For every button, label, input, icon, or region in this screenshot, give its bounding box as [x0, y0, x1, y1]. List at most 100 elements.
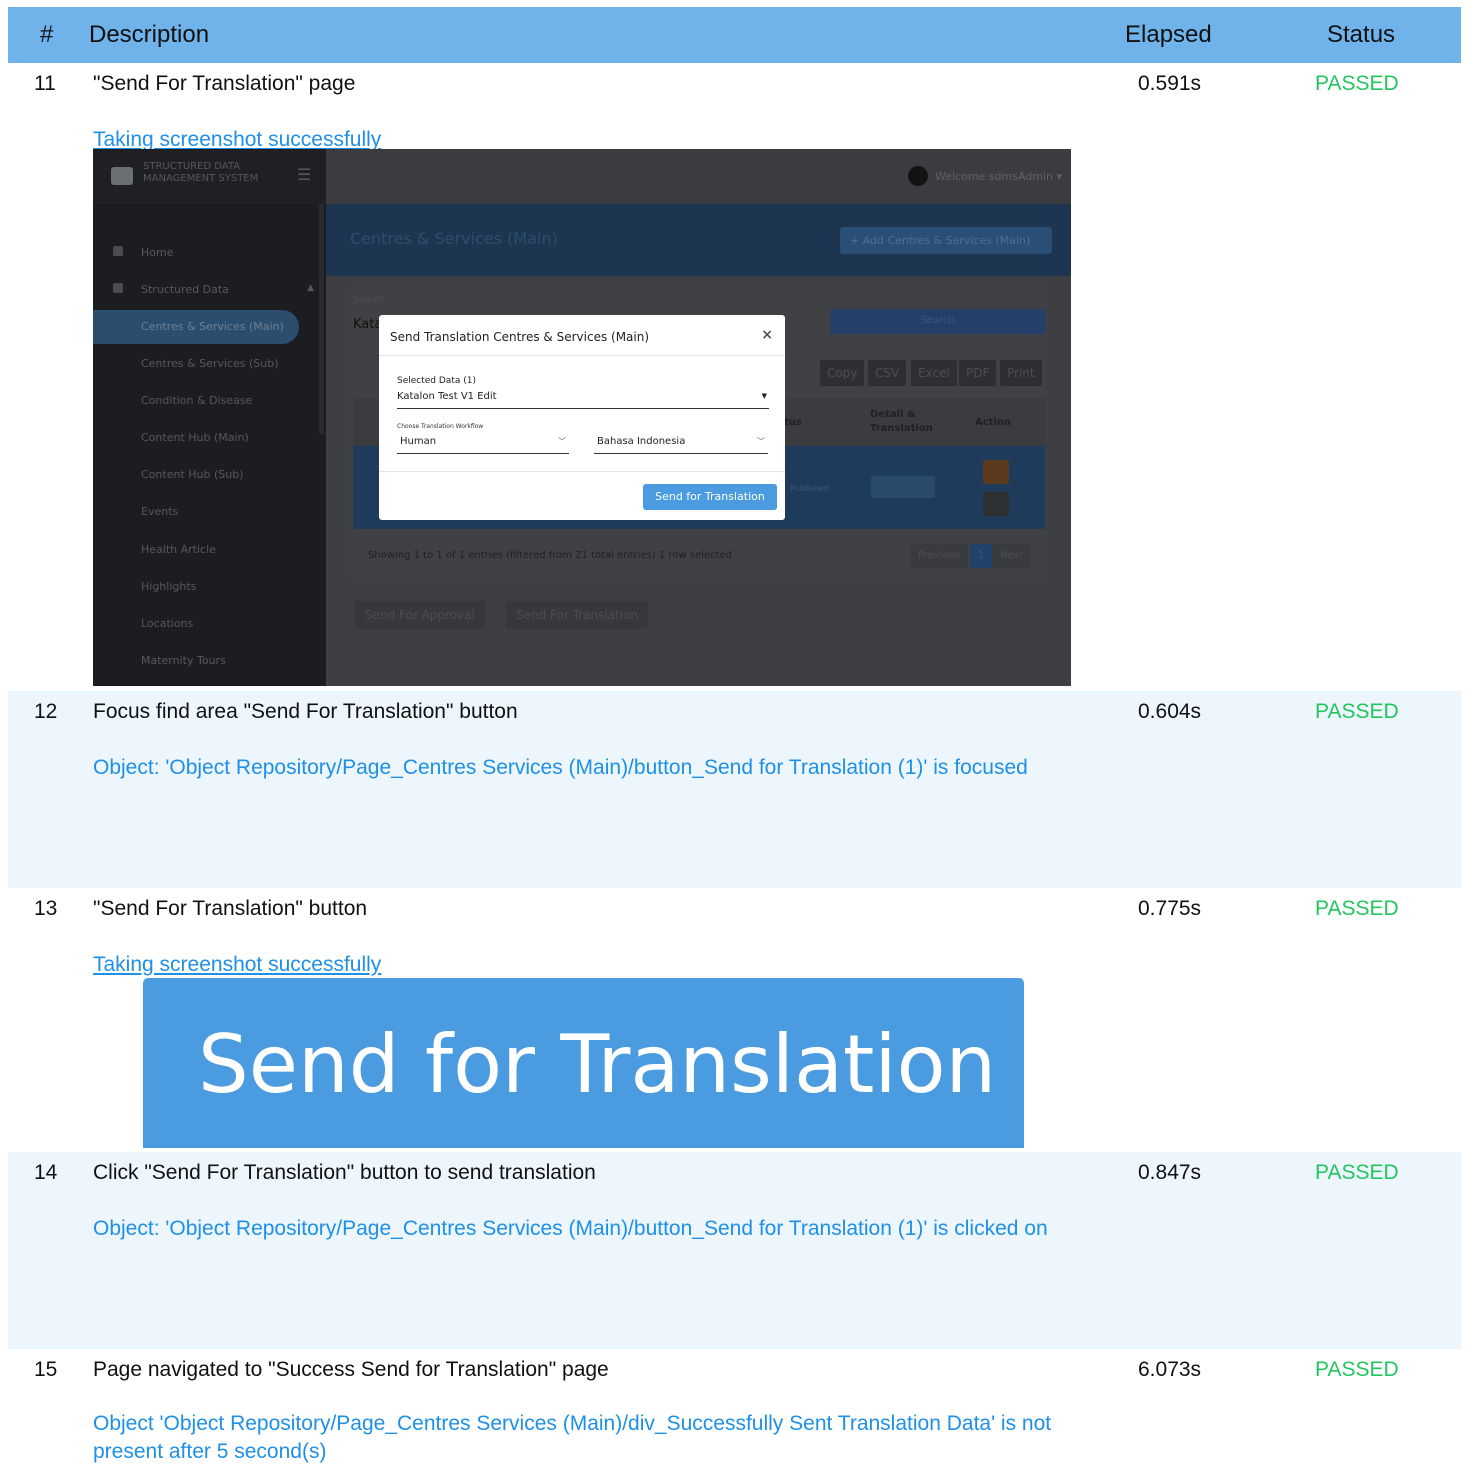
send-for-translation-button[interactable]: Send for Translation	[643, 484, 777, 510]
sidebar-item-label: Centres & Services (Sub)	[141, 357, 279, 370]
button-label: Send for Translation	[198, 1018, 997, 1111]
th-status[interactable]: tus	[784, 417, 802, 428]
add-button[interactable]: + Add Centres & Services (Main)	[840, 227, 1052, 254]
pagination-previous[interactable]: Previous	[910, 544, 969, 568]
menu-icon[interactable]: ☰	[297, 165, 311, 184]
status-badge: Published	[790, 484, 829, 493]
language-select[interactable]: Bahasa Indonesia ﹀	[594, 436, 768, 454]
sidebar: STRUCTURED DATA MANAGEMENT SYSTEM ☰ Home…	[93, 149, 326, 686]
sidebar-item-label: Locations	[141, 617, 194, 630]
sidebar-item-centres-sub[interactable]: Centres & Services (Sub)	[93, 347, 326, 381]
pagination-next[interactable]: Next	[992, 544, 1032, 568]
step-message: Object 'Object Repository/Page_Centres S…	[93, 1412, 1052, 1463]
step-row-14: 14 Click "Send For Translation" button t…	[8, 1152, 1461, 1349]
step-status: PASSED	[1315, 1161, 1399, 1184]
sidebar-item-label: Content Hub (Main)	[141, 431, 249, 444]
chevron-down-icon: ﹀	[558, 437, 566, 446]
send-translation-bottom-button[interactable]: Send For Translation	[506, 601, 648, 629]
sidebar-item-highlights[interactable]: Highlights	[93, 570, 326, 604]
sidebar-item-condition[interactable]: Condition & Disease	[93, 384, 326, 418]
sidebar-item-label: Highlights	[141, 580, 197, 593]
th-action: Action	[975, 417, 1011, 428]
sidebar-item-locations[interactable]: Locations	[93, 607, 326, 641]
step-description: "Send For Translation" button	[93, 897, 368, 920]
sidebar-item-label: Structured Data	[141, 283, 229, 296]
step-row-15: 15 Page navigated to "Success Send for T…	[8, 1349, 1461, 1465]
copy-button[interactable]: Copy	[820, 360, 865, 386]
step-status: PASSED	[1315, 700, 1399, 723]
pdf-button[interactable]: PDF	[959, 360, 997, 386]
brand-name: STRUCTURED DATA MANAGEMENT SYSTEM	[143, 161, 259, 184]
report-table-header: # Description Elapsed Status	[8, 7, 1461, 63]
sidebar-item-label: Content Hub (Sub)	[141, 468, 244, 481]
step-message: Object: 'Object Repository/Page_Centres …	[93, 1217, 1048, 1240]
pagination-page[interactable]: 1	[970, 544, 993, 568]
search-input[interactable]: Kata	[353, 317, 382, 332]
sidebar-item-structured-data[interactable]: Structured Data ▲	[93, 273, 326, 307]
workflow-select[interactable]: Human ﹀	[397, 436, 569, 454]
caret-down-icon: ▼	[761, 392, 767, 400]
step-description: Focus find area "Send For Translation" b…	[93, 700, 518, 723]
workflow-value: Human	[400, 436, 437, 447]
sidebar-item-centres-main[interactable]: Centres & Services (Main)	[93, 310, 299, 344]
page-title: Centres & Services (Main)	[350, 229, 558, 248]
brand: STRUCTURED DATA MANAGEMENT SYSTEM ☰	[93, 149, 326, 204]
modal-title: Send Translation Centres & Services (Mai…	[390, 330, 650, 344]
topbar: Welcome sdmsAdmin ▾	[326, 149, 1071, 204]
detail-translation-button[interactable]	[871, 476, 935, 498]
header-num: #	[40, 21, 54, 48]
send-approval-button[interactable]: Send For Approval	[355, 601, 485, 629]
step-elapsed: 0.604s	[1138, 700, 1202, 723]
th-detail[interactable]: Detail & Translation	[870, 408, 938, 436]
sidebar-item-label: Health Article	[141, 543, 216, 556]
sidebar-item-health-article[interactable]: Health Article	[93, 533, 326, 567]
header-description: Description	[89, 21, 210, 48]
step-status: PASSED	[1315, 72, 1399, 95]
screenshot-link[interactable]: Taking screenshot successfully	[93, 951, 1093, 979]
language-value: Bahasa Indonesia	[597, 436, 686, 447]
step-num: 11	[34, 72, 56, 95]
step-elapsed: 0.591s	[1138, 72, 1202, 95]
home-icon	[113, 246, 123, 256]
edit-icon[interactable]	[983, 460, 1009, 484]
step-status: PASSED	[1315, 897, 1399, 920]
embedded-button-screenshot: Send for Translation	[143, 978, 1024, 1148]
close-icon[interactable]: ×	[761, 327, 773, 343]
welcome-user[interactable]: Welcome sdmsAdmin ▾	[935, 170, 1062, 183]
print-button[interactable]: Print	[1000, 360, 1042, 386]
sidebar-item-content-main[interactable]: Content Hub (Main)	[93, 421, 326, 455]
user-avatar-icon[interactable]	[908, 166, 928, 186]
caret-up-icon: ▲	[307, 283, 314, 293]
page-header: Centres & Services (Main) + Add Centres …	[326, 204, 1071, 276]
step-num: 12	[34, 700, 58, 723]
step-elapsed: 0.775s	[1138, 897, 1202, 920]
database-icon	[113, 283, 123, 293]
step-num: 13	[34, 897, 58, 920]
sidebar-item-events[interactable]: Events	[93, 495, 326, 529]
header-elapsed: Elapsed	[1125, 21, 1212, 48]
step-description: "Send For Translation" page	[93, 72, 356, 95]
search-button[interactable]: Search	[830, 309, 1045, 334]
chevron-down-icon: ﹀	[757, 437, 765, 446]
sidebar-item-label: Centres & Services (Main)	[141, 320, 284, 333]
step-elapsed: 0.847s	[1138, 1161, 1202, 1184]
excel-button[interactable]: Excel	[911, 360, 957, 386]
divider	[379, 471, 785, 472]
csv-button[interactable]: CSV	[868, 360, 907, 386]
selected-data-value: Katalon Test V1 Edit	[397, 391, 497, 402]
selected-data-select[interactable]: Katalon Test V1 Edit ▼	[397, 391, 769, 409]
cloud-upload-icon[interactable]	[983, 492, 1009, 516]
sidebar-item-label: Maternity Tours	[141, 654, 226, 667]
step-description: Click "Send For Translation" button to s…	[93, 1161, 596, 1184]
search-label: Search	[353, 295, 384, 305]
sidebar-item-label: Condition & Disease	[141, 394, 253, 407]
workflow-label: Choose Translation Workflow	[397, 423, 484, 430]
step-elapsed: 6.073s	[1138, 1358, 1202, 1381]
step-message: Object: 'Object Repository/Page_Centres …	[93, 756, 1028, 779]
header-status: Status	[1327, 21, 1396, 48]
sidebar-item-maternity-tours[interactable]: Maternity Tours	[93, 644, 326, 678]
sidebar-item-home[interactable]: Home	[93, 236, 326, 270]
table-info: Showing 1 to 1 of 1 entries (filtered fr…	[368, 550, 733, 561]
sidebar-item-label: Events	[141, 505, 179, 518]
sidebar-item-content-sub[interactable]: Content Hub (Sub)	[93, 458, 326, 492]
